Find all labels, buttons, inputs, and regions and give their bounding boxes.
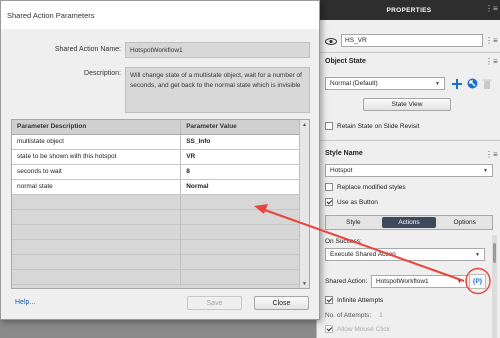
visibility-eye-icon[interactable] <box>325 38 337 45</box>
save-button[interactable]: Save <box>187 296 242 310</box>
scrollbar-thumb[interactable] <box>493 243 496 263</box>
chevron-down-icon: ▼ <box>457 278 462 285</box>
state-select-value: Normal (Default) <box>330 80 378 87</box>
state-view-button[interactable]: State View <box>363 98 451 111</box>
tab-style[interactable]: Style <box>326 216 381 229</box>
table-row[interactable]: normal state Normal <box>12 179 300 195</box>
state-select[interactable]: Normal (Default) ▼ <box>325 77 445 90</box>
object-name-input[interactable]: HS_VR <box>341 34 483 47</box>
table-row[interactable]: state to be shown with this hotspot VR <box>12 149 300 165</box>
param-value[interactable]: Normal <box>180 179 300 195</box>
param-value[interactable]: VR <box>180 149 300 165</box>
properties-title: PROPERTIES <box>317 0 500 20</box>
reset-state-icon[interactable] <box>467 78 478 89</box>
allow-mouse-click-check[interactable] <box>325 325 333 333</box>
use-as-button-check[interactable] <box>325 198 333 206</box>
retain-state-check[interactable] <box>325 122 333 130</box>
param-description: multistate object <box>12 134 182 150</box>
on-success-label: On Success: <box>325 238 362 245</box>
param-description: normal state <box>12 179 182 195</box>
close-button[interactable]: Close <box>254 296 309 310</box>
properties-scrollbar[interactable] <box>492 235 497 338</box>
table-row[interactable]: seconds to wait 8 <box>12 164 300 180</box>
retain-state-label: Retain State on Slide Revisit <box>337 122 420 130</box>
table-row[interactable]: multistate object SS_Info <box>12 134 300 150</box>
on-success-select[interactable]: Execute Shared Action ▼ <box>325 248 485 261</box>
empty-row <box>12 224 300 240</box>
scroll-down-icon[interactable]: ▼ <box>300 279 309 288</box>
param-description: state to be shown with this hotspot <box>12 149 182 165</box>
add-state-icon[interactable] <box>452 79 462 89</box>
shared-action-parameters-dialog: Shared Action Parameters Shared Action N… <box>0 0 320 320</box>
shared-action-label: Shared Action: <box>325 278 368 285</box>
empty-row <box>12 269 300 285</box>
dialog-title: Shared Action Parameters <box>1 1 319 29</box>
property-tabs: Style Actions Options <box>325 215 493 230</box>
scroll-up-icon[interactable]: ▲ <box>300 120 309 129</box>
empty-row <box>12 239 300 255</box>
column-header-description: Parameter Description <box>12 120 182 135</box>
description-field: Will change state of a multistate object… <box>125 67 310 113</box>
properties-panel: PROPERTIES ⋮≡ HS_VR ⋮≡ Object State ⋮≡ N… <box>316 0 500 338</box>
style-menu-icon[interactable]: ⋮≡ <box>485 150 498 159</box>
object-state-title: Object State <box>325 58 366 65</box>
name-menu-icon[interactable]: ⋮≡ <box>485 36 498 45</box>
style-select[interactable]: Hotspot ▼ <box>325 164 493 177</box>
replace-styles-check[interactable] <box>325 183 333 191</box>
shared-action-name-field: HotspotWorkflow1 <box>125 42 310 58</box>
use-as-button-label: Use as Button <box>337 198 378 206</box>
attempts-label: No. of Attempts: <box>325 312 372 319</box>
infinite-attempts-label: Infinite Attempts <box>337 296 384 304</box>
tab-options[interactable]: Options <box>437 216 492 229</box>
empty-row <box>12 254 300 270</box>
panel-menu-icon[interactable]: ⋮≡ <box>485 4 498 13</box>
delete-state-icon[interactable] <box>483 79 491 89</box>
param-value[interactable]: SS_Info <box>180 134 300 150</box>
column-header-value: Parameter Value <box>180 120 300 135</box>
state-menu-icon[interactable]: ⋮≡ <box>485 57 498 66</box>
shared-action-select[interactable]: HotspotWorkflow1 ▼ <box>371 275 467 288</box>
empty-row <box>12 194 300 210</box>
shared-action-name-label: Shared Action Name: <box>54 46 121 53</box>
allow-mouse-click-checkbox[interactable]: Allow Mouse Click <box>325 325 390 333</box>
help-link[interactable]: Help... <box>15 299 35 306</box>
style-name-title: Style Name <box>325 150 363 157</box>
style-select-value: Hotspot <box>330 167 353 174</box>
highlight-circle-annotation <box>465 267 491 295</box>
replace-styles-checkbox[interactable]: Replace modified styles <box>325 183 406 191</box>
infinite-attempts-check[interactable] <box>325 296 333 304</box>
empty-row <box>12 209 300 225</box>
attempts-row: No. of Attempts: 1 <box>325 312 383 319</box>
replace-styles-label: Replace modified styles <box>337 183 406 191</box>
chevron-down-icon: ▼ <box>483 167 488 174</box>
divider <box>317 140 500 141</box>
attempts-value[interactable]: 1 <box>379 312 383 319</box>
divider <box>317 52 500 53</box>
param-value[interactable]: 8 <box>180 164 300 180</box>
chevron-down-icon: ▼ <box>435 80 440 87</box>
tab-actions[interactable]: Actions <box>381 217 437 228</box>
allow-mouse-click-label: Allow Mouse Click <box>337 325 390 333</box>
description-label: Description: <box>84 70 121 77</box>
infinite-attempts-checkbox[interactable]: Infinite Attempts <box>325 296 383 304</box>
shared-action-value: HotspotWorkflow1 <box>376 278 429 285</box>
chevron-down-icon: ▼ <box>475 251 480 258</box>
on-success-value: Execute Shared Action <box>330 251 396 258</box>
parameter-table: Parameter Description Parameter Value mu… <box>11 119 310 289</box>
table-scrollbar[interactable]: ▲ ▼ <box>299 120 309 288</box>
param-description: seconds to wait <box>12 164 182 180</box>
retain-state-checkbox[interactable]: Retain State on Slide Revisit <box>325 122 419 130</box>
use-as-button-checkbox[interactable]: Use as Button <box>325 198 378 206</box>
